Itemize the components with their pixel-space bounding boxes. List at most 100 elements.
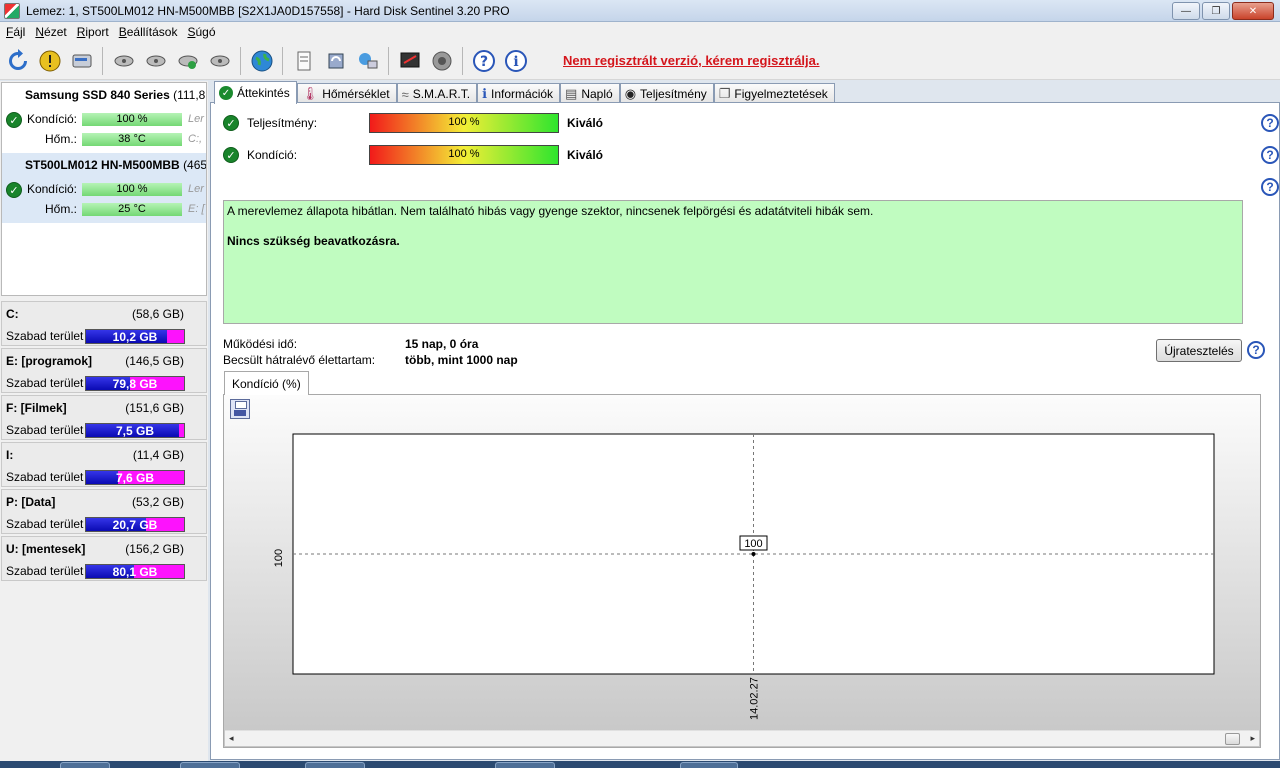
info-icon[interactable]: i <box>501 46 530 76</box>
toolbar-separator <box>388 46 389 75</box>
performance-icon: ◉ <box>624 86 637 101</box>
disk-icon[interactable] <box>67 46 96 76</box>
app-icon <box>4 2 20 19</box>
check-icon: ✓ <box>223 147 239 163</box>
toolbar-separator <box>240 46 241 75</box>
tab-log[interactable]: ▤ Napló <box>560 83 620 104</box>
registration-link[interactable]: Nem regisztrált verzió, kérem regisztrál… <box>563 53 820 68</box>
uptime-row: Működési idő: 15 nap, 0 óra <box>223 337 479 351</box>
alert-icon[interactable] <box>35 46 64 76</box>
alerts-icon: ❐ <box>718 86 731 101</box>
tab-smart[interactable]: ≈ S.M.A.R.T. <box>396 83 478 104</box>
sync-icon[interactable] <box>321 46 350 76</box>
x-tick-label: 14.02.27 <box>749 677 761 720</box>
partition-item[interactable]: U: [mentesek] (156,2 GB) Szabad terület … <box>1 536 207 581</box>
menu-file[interactable]: Fájl <box>4 25 33 39</box>
partition-item[interactable]: C: (58,6 GB) Szabad terület 10,2 GB <box>1 301 207 346</box>
tab-overview[interactable]: ✓ Áttekintés <box>214 81 297 104</box>
free-space-bar: 80,1 GB <box>85 564 185 579</box>
svg-text:?: ? <box>479 54 487 70</box>
free-space-bar: 7,6 GB <box>85 470 185 485</box>
usb-icon[interactable] <box>109 46 138 76</box>
tab-condition-chart[interactable]: Kondíció (%) <box>224 371 309 395</box>
taskbar-item[interactable] <box>680 762 738 768</box>
scroll-left-icon[interactable]: ◂ <box>229 733 234 744</box>
tab-performance[interactable]: ◉ Teljesítmény <box>619 83 714 104</box>
condition-bar: 100 % <box>82 112 182 126</box>
disk-name: Samsung SSD 840 Series (111,8 G <box>25 88 206 102</box>
menu-settings[interactable]: Beállítások <box>117 25 186 39</box>
condition-chart: 14.02.27 100 100 ◂ ▸ <box>223 394 1261 748</box>
partition-item[interactable]: P: [Data] (53,2 GB) Szabad terület 20,7 … <box>1 489 207 534</box>
left-panel: Samsung SSD 840 Series (111,8 G ✓ Kondíc… <box>0 81 208 761</box>
scroll-thumb[interactable] <box>1225 733 1240 745</box>
temperature-bar: 25 °C <box>82 202 182 216</box>
scroll-right-icon[interactable]: ▸ <box>1250 733 1255 744</box>
minimize-button[interactable]: — <box>1172 2 1200 20</box>
usb-icon[interactable] <box>141 46 170 76</box>
taskbar-item[interactable] <box>305 762 365 768</box>
partition-list: C: (58,6 GB) Szabad terület 10,2 GB E: [… <box>1 301 207 583</box>
chart-canvas: 14.02.27 100 100 <box>273 433 1215 720</box>
partition-item[interactable]: E: [programok] (146,5 GB) Szabad terület… <box>1 348 207 393</box>
horizontal-scrollbar[interactable]: ◂ ▸ <box>225 730 1259 746</box>
status-description: A merevlemez állapota hibátlan. Nem talá… <box>223 200 1243 324</box>
disk-temp-row: Hőm.: 25 °C E: [ <box>44 202 205 216</box>
data-point <box>751 552 756 556</box>
svg-text:i: i <box>513 54 518 70</box>
disk-card-st500[interactable]: ST500LM012 HN-M500MBB (465 ✓ Kondíció: 1… <box>2 153 206 223</box>
close-button[interactable]: ✕ <box>1232 2 1274 20</box>
benchmark-icon[interactable] <box>395 46 424 76</box>
menu-bar: Fájl Nézet Riport Beállítások Súgó <box>0 22 1280 42</box>
refresh-icon[interactable] <box>3 46 32 76</box>
log-icon: ▤ <box>565 86 578 101</box>
retest-button[interactable]: Újratesztelés <box>1156 339 1242 362</box>
disk-condition-row: Kondíció: 100 % Ler <box>26 112 204 126</box>
toolbar: ? i Nem regisztrált verzió, kérem regisz… <box>0 42 1280 80</box>
usb-icon[interactable] <box>205 46 234 76</box>
window-controls: — ❐ ✕ <box>1172 2 1274 20</box>
data-label: 100 <box>744 538 762 550</box>
maximize-button[interactable]: ❐ <box>1202 2 1230 20</box>
smart-icon: ≈ <box>401 86 409 102</box>
check-icon: ✓ <box>219 86 233 100</box>
taskbar-item[interactable] <box>60 762 110 768</box>
usb-icon[interactable] <box>173 46 202 76</box>
lifetime-row: Becsült hátralévő élettartam: több, mint… <box>223 353 518 367</box>
disk-condition-row: Kondíció: 100 % Ler <box>26 182 204 196</box>
help-icon[interactable]: ? <box>1247 341 1265 359</box>
menu-help[interactable]: Súgó <box>185 25 223 39</box>
partition-item[interactable]: F: [Filmek] (151,6 GB) Szabad terület 7,… <box>1 395 207 440</box>
main-panel: ✓ Áttekintés 🌡 Hőmérséklet ≈ S.M.A.R.T. ℹ In… <box>210 81 1280 761</box>
globe-icon[interactable] <box>247 46 276 76</box>
y-tick-label: 100 <box>273 549 285 567</box>
performance-metric: ✓ Teljesítmény: 100 % Kiváló <box>223 113 603 133</box>
taskbar-item[interactable] <box>180 762 240 768</box>
condition-metric: ✓ Kondíció: 100 % Kiváló <box>223 145 603 165</box>
temperature-bar: 38 °C <box>82 132 182 146</box>
disk-card-samsung[interactable]: Samsung SSD 840 Series (111,8 G ✓ Kondíc… <box>2 83 206 153</box>
toolbar-separator <box>462 46 463 75</box>
check-icon: ✓ <box>223 115 239 131</box>
free-space-bar: 7,5 GB <box>85 423 185 438</box>
menu-view[interactable]: Nézet <box>33 25 74 39</box>
window-title: Lemez: 1, ST500LM012 HN-M500MBB [S2X1JA0… <box>26 3 510 18</box>
tab-temperature[interactable]: 🌡 Hőmérséklet <box>296 83 397 104</box>
menu-report[interactable]: Riport <box>75 25 117 39</box>
help-icon[interactable]: ? <box>1261 146 1279 164</box>
performance-gauge: 100 % <box>369 113 559 133</box>
taskbar-item[interactable] <box>495 762 555 768</box>
network-icon[interactable] <box>353 46 382 76</box>
tab-information[interactable]: ℹ Információk <box>477 83 561 104</box>
report-icon[interactable] <box>289 46 318 76</box>
help-icon[interactable]: ? <box>1261 114 1279 132</box>
disk-list: Samsung SSD 840 Series (111,8 G ✓ Kondíc… <box>1 82 207 296</box>
thermometer-icon: 🌡 <box>301 86 319 101</box>
condition-bar: 100 % <box>82 182 182 196</box>
help-icon[interactable]: ? <box>469 46 498 76</box>
partition-item[interactable]: I: (11,4 GB) Szabad terület 7,6 GB <box>1 442 207 487</box>
speaker-icon[interactable] <box>427 46 456 76</box>
help-icon[interactable]: ? <box>1261 178 1279 196</box>
tab-alerts[interactable]: ❐ Figyelmeztetések <box>713 83 835 104</box>
condition-gauge: 100 % <box>369 145 559 165</box>
